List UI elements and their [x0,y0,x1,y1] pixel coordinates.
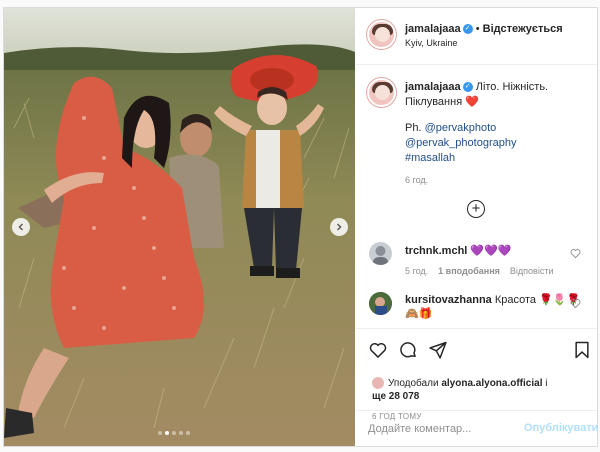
verified-icon: ✓ [462,24,473,35]
carousel-next-button[interactable] [330,218,348,236]
photo-illustration [4,8,355,446]
likes-summary: Уподобали alyona.alyona.official і ще 28… [372,377,548,403]
verified-icon: ✓ [462,82,473,93]
commenter-avatar[interactable] [369,242,392,265]
carousel-dot [172,431,176,435]
carousel-dot-active [165,431,169,435]
caption-author-username[interactable]: jamalajaaa [405,81,461,93]
commenter-username[interactable]: kursitovazhanna [405,294,492,306]
carousel-prev-button[interactable] [12,218,30,236]
photo-credit-prefix: Ph. [405,122,422,134]
post-panel: jamalajaaa ✓ • Відстежується Kyiv, Ukrain… [356,8,598,446]
author-avatar[interactable] [367,20,396,49]
post-card: jamalajaaa ✓ • Відстежується Kyiv, Ukrain… [3,7,598,447]
caption-time: 6 год. [405,175,429,185]
comment-time: 5 год. [405,266,429,276]
comment-text: 💜💜💜 [470,245,512,257]
heart-icon[interactable] [570,248,581,259]
liker-avatar[interactable] [372,377,384,390]
caption-author-avatar[interactable] [367,78,396,107]
mention-link[interactable]: @pervakphoto [425,122,497,134]
follow-status-button[interactable]: Відстежується [483,23,563,35]
caption-links: Ph. @pervakphoto @pervak_photography #ma… [405,121,516,166]
chevron-right-icon [337,223,342,231]
mention-link[interactable]: @pervak_photography [405,136,516,151]
comment-input[interactable] [368,420,518,438]
plus-circle-icon: + [471,200,481,217]
comment-meta: 5 год. 1 вподобання Відповісти [405,266,554,276]
carousel-dot [179,431,183,435]
chevron-left-icon [18,223,23,231]
author-line: jamalajaaa ✓ • Відстежується [405,23,563,35]
likes-count[interactable]: ще 28 078 [372,391,419,402]
publish-button[interactable]: Опублікувати [524,422,598,434]
likes-prefix: Уподобали [388,378,439,389]
reply-button[interactable]: Відповісти [510,266,554,276]
likes-and: і [545,378,548,389]
post-location[interactable]: Kyiv, Ukraine [405,38,457,48]
carousel-dots [158,431,190,435]
caption-text: jamalajaaa ✓ Літо. Ніжність. Піклування ❤… [405,80,590,110]
add-comment-bar: Опублікувати [356,410,598,446]
comment-text: Красота 🌹🌷🌹 [494,294,581,306]
load-more-comments-button[interactable]: + [467,200,485,218]
carousel-dot [186,431,190,435]
heart-emoji: ❤️ [465,96,479,108]
commenter-username[interactable]: trchnk.mchl [405,245,467,257]
commenter-avatar[interactable] [369,292,392,315]
comment-icon[interactable] [398,340,418,360]
heart-icon[interactable] [570,298,581,309]
comment-emoji-line: 🙈🎁 [405,308,433,320]
bookmark-icon[interactable] [572,340,592,360]
heart-icon[interactable] [368,340,388,360]
hashtag-link[interactable]: #masallah [405,151,516,166]
comment-line: kursitovazhanna Красота 🌹🌷🌹 [405,293,580,306]
post-header: jamalajaaa ✓ • Відстежується Kyiv, Ukrain… [356,8,597,65]
liker-username[interactable]: alyona.alyona.official [441,378,542,389]
author-username[interactable]: jamalajaaa [405,23,461,35]
comment-likes[interactable]: 1 вподобання [438,266,500,276]
follow-separator: • [475,23,480,35]
post-photo[interactable] [4,8,355,446]
carousel-dot [158,431,162,435]
share-icon[interactable] [428,340,448,360]
comment-line: trchnk.mchl 💜💜💜 [405,244,512,257]
